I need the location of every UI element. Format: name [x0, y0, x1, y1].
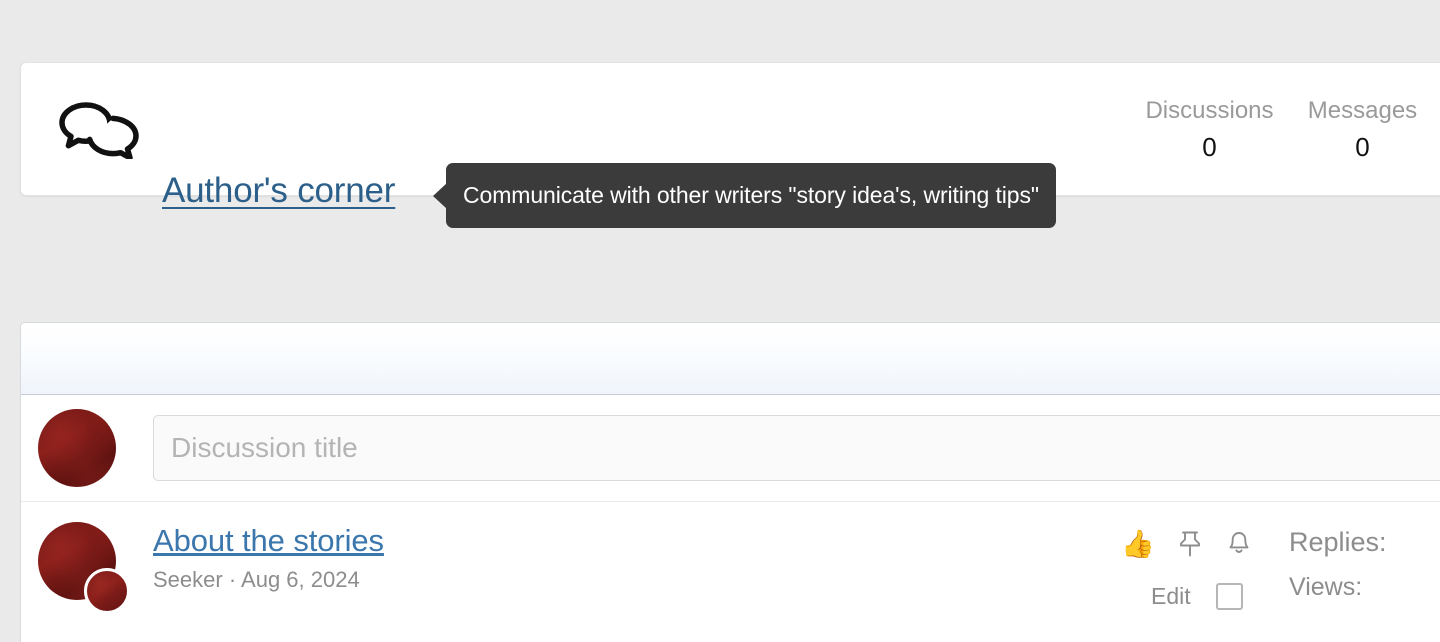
- stat-discussions-value: 0: [1202, 132, 1217, 162]
- forum-stats: Discussions 0 Messages 0: [1133, 96, 1439, 168]
- edit-button[interactable]: Edit: [1151, 583, 1191, 610]
- stat-discussions: Discussions 0: [1133, 96, 1286, 168]
- speech-bubbles-icon: [50, 95, 150, 165]
- bell-icon[interactable]: [1225, 529, 1253, 559]
- discussion-counts: Replies: Views:: [1289, 520, 1387, 610]
- discussion-title-link[interactable]: About the stories: [153, 523, 384, 558]
- user-avatar: [38, 409, 116, 487]
- avatar-stack: [38, 522, 130, 614]
- stat-messages-value: 0: [1355, 132, 1370, 162]
- pin-icon[interactable]: [1176, 529, 1204, 559]
- discussion-title-input[interactable]: [153, 415, 1440, 481]
- discussion-list-item: About the stories Seeker · Aug 6, 2024 👍: [21, 502, 1440, 642]
- stat-messages-label: Messages: [1307, 97, 1418, 124]
- new-discussion-row: [21, 395, 1440, 502]
- select-discussion-checkbox[interactable]: [1215, 583, 1243, 610]
- forum-title-link[interactable]: Author's corner: [162, 171, 395, 211]
- forum-description-tooltip: Communicate with other writers "story id…: [433, 163, 1056, 228]
- tooltip-text: Communicate with other writers "story id…: [463, 182, 1039, 208]
- stat-messages: Messages 0: [1286, 96, 1439, 168]
- thumbs-up-icon[interactable]: 👍: [1121, 530, 1155, 558]
- discussions-panel: About the stories Seeker · Aug 6, 2024 👍: [20, 322, 1440, 642]
- panel-header-bar: [21, 323, 1440, 395]
- views-label: Views:: [1289, 573, 1363, 601]
- forum-header-card: Author's corner Communicate with other w…: [20, 62, 1440, 228]
- replies-label: Replies:: [1289, 527, 1387, 557]
- stat-discussions-label: Discussions: [1145, 97, 1274, 124]
- last-poster-avatar[interactable]: [84, 568, 130, 614]
- tooltip-arrow: [433, 182, 447, 209]
